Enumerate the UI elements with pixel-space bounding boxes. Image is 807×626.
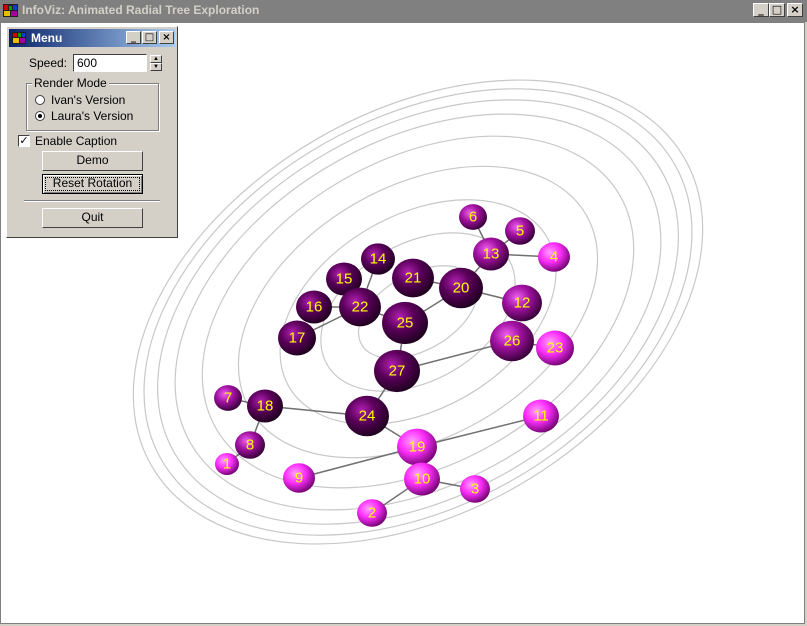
tree-node-26[interactable]: 26 bbox=[490, 320, 534, 362]
tree-node-25[interactable]: 25 bbox=[382, 301, 428, 345]
enable-caption-label[interactable]: Enable Caption bbox=[35, 134, 117, 148]
node-label: 7 bbox=[224, 390, 232, 407]
tree-node-8[interactable]: 8 bbox=[235, 431, 265, 459]
node-label: 4 bbox=[550, 249, 558, 266]
close-button[interactable]: × bbox=[787, 3, 803, 17]
window-title: InfoViz: Animated Radial Tree Exploratio… bbox=[22, 3, 260, 17]
node-label: 24 bbox=[359, 408, 376, 425]
tree-node-18[interactable]: 18 bbox=[247, 389, 283, 423]
node-label: 16 bbox=[306, 299, 323, 316]
window-titlebar[interactable]: InfoViz: Animated Radial Tree Exploratio… bbox=[0, 0, 807, 22]
maximize-button[interactable]: □ bbox=[769, 3, 785, 17]
node-label: 9 bbox=[295, 470, 303, 487]
tree-node-17[interactable]: 17 bbox=[278, 320, 316, 356]
radio-ivans-version[interactable] bbox=[35, 95, 45, 105]
tree-node-20[interactable]: 20 bbox=[439, 267, 483, 309]
node-label: 10 bbox=[414, 471, 431, 488]
tree-node-4[interactable]: 4 bbox=[538, 242, 570, 272]
minimize-button[interactable]: _ bbox=[753, 3, 769, 17]
tree-node-3[interactable]: 3 bbox=[460, 475, 490, 503]
tree-node-9[interactable]: 9 bbox=[283, 463, 315, 493]
tree-node-27[interactable]: 27 bbox=[374, 349, 420, 393]
tree-node-7[interactable]: 7 bbox=[214, 385, 242, 411]
radio-ivans-version-label[interactable]: Ivan's Version bbox=[51, 93, 125, 107]
reset-rotation-button[interactable]: Reset Rotation bbox=[42, 174, 143, 194]
node-label: 27 bbox=[389, 363, 406, 380]
spin-down-icon[interactable]: ▼ bbox=[150, 63, 162, 71]
node-label: 23 bbox=[547, 340, 564, 357]
node-label: 18 bbox=[257, 398, 274, 415]
tree-node-19[interactable]: 19 bbox=[397, 428, 437, 466]
tree-nodes[interactable]: 6513 4142115201216 222517 26 23277 1811248 191… bbox=[214, 204, 574, 527]
enable-caption-checkbox[interactable]: ✓ bbox=[18, 135, 30, 147]
radio-selected-dot bbox=[38, 114, 42, 118]
node-label: 26 bbox=[504, 333, 521, 350]
tree-node-21[interactable]: 21 bbox=[392, 258, 434, 298]
tree-node-23[interactable]: 23 bbox=[536, 330, 574, 366]
radio-lauras-version-label[interactable]: Laura's Version bbox=[51, 109, 133, 123]
tree-node-22[interactable]: 22 bbox=[339, 287, 381, 327]
node-label: 1 bbox=[223, 456, 231, 473]
menu-separator bbox=[24, 200, 160, 202]
tree-node-13[interactable]: 13 bbox=[473, 237, 509, 271]
node-label: 21 bbox=[405, 270, 422, 287]
node-label: 15 bbox=[336, 271, 353, 288]
menu-title: Menu bbox=[31, 31, 63, 45]
demo-button[interactable]: Demo bbox=[42, 151, 143, 171]
node-label: 6 bbox=[469, 209, 477, 226]
render-mode-title: Render Mode bbox=[32, 76, 109, 90]
tree-node-24[interactable]: 24 bbox=[345, 395, 389, 437]
node-label: 19 bbox=[409, 439, 426, 456]
node-label: 11 bbox=[533, 408, 549, 425]
app-icon bbox=[3, 4, 18, 17]
speed-input[interactable]: 600 bbox=[73, 54, 147, 72]
tree-node-5[interactable]: 5 bbox=[505, 217, 535, 245]
tree-node-10[interactable]: 10 bbox=[404, 462, 440, 496]
node-label: 12 bbox=[514, 295, 531, 312]
node-label: 17 bbox=[289, 330, 306, 347]
menu-close-button[interactable]: × bbox=[159, 31, 174, 44]
node-label: 5 bbox=[516, 223, 524, 240]
menu-titlebar[interactable]: Menu _ □ × bbox=[9, 29, 175, 47]
speed-spinner[interactable]: ▲ ▼ bbox=[150, 55, 162, 72]
tree-node-16[interactable]: 16 bbox=[296, 290, 332, 324]
node-label: 25 bbox=[397, 315, 414, 332]
tree-node-1[interactable]: 1 bbox=[215, 452, 239, 476]
node-label: 13 bbox=[483, 246, 500, 263]
speed-label: Speed: bbox=[29, 56, 68, 70]
tree-node-14[interactable]: 14 bbox=[361, 243, 395, 275]
node-label: 2 bbox=[368, 505, 376, 522]
radio-lauras-version[interactable] bbox=[35, 111, 45, 121]
node-label: 20 bbox=[453, 280, 470, 297]
menu-maximize-button[interactable]: □ bbox=[142, 31, 157, 44]
menu-app-icon bbox=[12, 32, 26, 44]
tree-node-12[interactable]: 12 bbox=[502, 284, 542, 322]
spin-up-icon[interactable]: ▲ bbox=[150, 55, 162, 63]
menu-panel[interactable]: Menu _ □ × Speed: 600 ▲ ▼ Render Mode Iv… bbox=[6, 26, 178, 238]
node-label: 3 bbox=[471, 481, 479, 498]
menu-minimize-button[interactable]: _ bbox=[126, 31, 141, 44]
tree-node-6[interactable]: 6 bbox=[459, 204, 487, 230]
node-label: 22 bbox=[352, 299, 369, 316]
tree-node-2[interactable]: 2 bbox=[357, 499, 387, 527]
node-label: 14 bbox=[370, 251, 387, 268]
render-mode-group bbox=[26, 83, 159, 131]
quit-button[interactable]: Quit bbox=[42, 208, 143, 228]
node-label: 8 bbox=[246, 437, 254, 454]
tree-node-11[interactable]: 11 bbox=[523, 399, 559, 433]
